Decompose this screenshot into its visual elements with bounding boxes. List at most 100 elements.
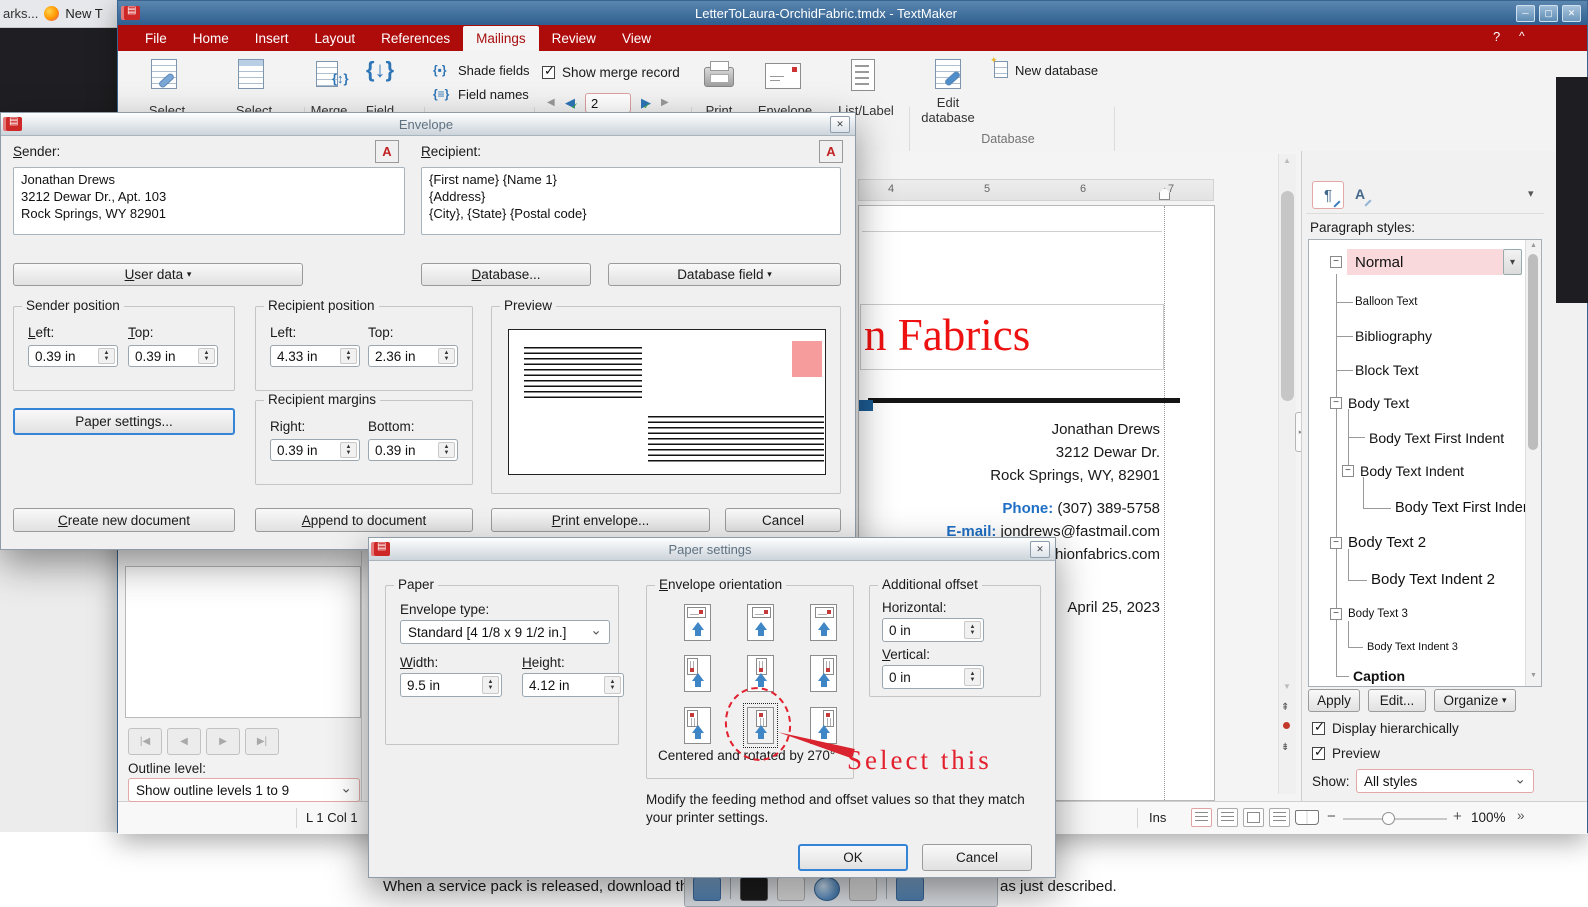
tab-review[interactable]: Review [539,26,609,51]
style-item[interactable]: Bibliography [1355,328,1432,344]
cancel-button[interactable]: Cancel [922,844,1032,871]
scroll-thumb[interactable] [1281,191,1294,401]
selection-handle[interactable] [859,400,873,411]
style-item[interactable]: Body Text First Indent [1369,430,1504,446]
close-button[interactable]: ✕ [1562,5,1581,22]
browser-tab-title[interactable]: New T [65,6,102,21]
nav-last-button[interactable]: ▶| [245,728,279,755]
dock-globe-icon[interactable] [814,877,840,901]
spinner-arrows-icon[interactable] [964,668,981,686]
display-hierarchically-checkbox[interactable]: Display hierarchically [1312,721,1459,736]
style-item-normal[interactable]: Normal [1355,254,1403,271]
spinner-arrows-icon[interactable] [340,442,357,458]
sender-top-spinner[interactable]: 0.39 in [128,345,218,367]
next-record-icon[interactable]: ▶✓ [641,95,651,111]
recipient-top-spinner[interactable]: 2.36 in [368,345,458,367]
height-spinner[interactable]: 4.12 in [522,673,624,697]
nav-next-button[interactable]: ▶ [206,728,240,755]
orientation-option-2[interactable] [747,604,774,641]
browse-object-icon[interactable] [1283,722,1290,729]
paper-dialog-titlebar[interactable]: Paper settings ✕ [369,538,1055,561]
print-envelope-button[interactable]: Print envelope... [491,508,710,532]
tab-view[interactable]: View [609,26,664,51]
scroll-up-icon[interactable]: ▲ [1530,242,1537,249]
spinner-arrows-icon[interactable] [482,676,499,694]
dock-app-icon[interactable] [777,877,805,901]
styles-listbox[interactable]: Normal ▾ Balloon Text Bibliography Block… [1308,239,1542,687]
zoom-level[interactable]: 100% [1471,810,1506,825]
preview-checkbox[interactable]: Preview [1312,746,1380,761]
horizontal-offset-spinner[interactable]: 0 in [882,618,984,642]
first-record-icon[interactable]: ◀ [547,97,555,108]
tab-home[interactable]: Home [180,26,242,51]
tab-layout[interactable]: Layout [302,26,369,51]
close-icon[interactable]: ✕ [1030,541,1050,558]
style-item[interactable]: Body Text 2 [1348,534,1426,551]
user-data-button[interactable]: User data ▾ [13,263,303,286]
style-item[interactable]: Caption [1353,668,1405,684]
outline-view-icon[interactable] [1269,808,1290,827]
tab-references[interactable]: References [368,26,463,51]
zoom-out-icon[interactable]: − [1327,808,1336,825]
sender-font-button[interactable]: A [375,140,399,163]
spinner-arrows-icon[interactable] [340,348,357,364]
orientation-option-4[interactable] [684,655,711,692]
maximize-button[interactable]: ▢ [1539,5,1558,22]
zoom-slider-thumb[interactable] [1382,812,1395,825]
margin-bottom-spinner[interactable]: 0.39 in [368,439,458,461]
minimize-button[interactable]: ─ [1516,5,1535,22]
width-spinner[interactable]: 9.5 in [400,673,502,697]
document-vscrollbar[interactable]: ▲ ▼ ⇞ ⇟ [1278,154,1296,794]
envelope-type-combo[interactable]: Standard [4 1/8 x 9 1/2 in.] [400,620,610,644]
scroll-down-icon[interactable]: ▼ [1283,682,1291,691]
spinner-arrows-icon[interactable] [98,348,115,364]
insert-mode-indicator[interactable]: Ins [1149,810,1166,825]
orientation-option-1[interactable] [684,604,711,641]
expander-icon[interactable] [1330,397,1342,409]
organize-button[interactable]: Organize ▾ [1434,689,1516,712]
zoom-slider-track[interactable] [1343,818,1447,820]
vertical-offset-spinner[interactable]: 0 in [882,665,984,689]
normal-view-icon[interactable] [1217,808,1238,827]
window-titlebar[interactable]: LetterToLaura-OrchidFabric.tmdx - TextMa… [118,1,1587,25]
shade-fields-button[interactable]: Shade fields [458,63,530,78]
spinner-arrows-icon[interactable] [438,348,455,364]
close-icon[interactable]: ✕ [830,116,850,133]
prev-record-icon[interactable]: ◀✓ [565,95,575,111]
recipient-input[interactable]: {First name} {Name 1} {Address} {City}, … [421,167,841,235]
new-database-button[interactable]: New database [1015,63,1098,78]
zoom-in-icon[interactable]: + [1453,808,1462,825]
field-names-button[interactable]: Field names [458,87,529,102]
book-view-icon[interactable] [1295,810,1319,825]
statusbar-more-icon[interactable]: » [1517,808,1525,823]
horizontal-ruler[interactable]: 4 5 6 7 [858,179,1214,201]
envelope-dialog-titlebar[interactable]: Envelope ✕ [1,113,855,136]
show-merge-record-checkbox[interactable]: Show merge record [542,65,680,80]
expander-icon[interactable] [1330,537,1342,549]
styles-list-scrollbar[interactable]: ▲ ▼ [1525,240,1541,686]
tab-file[interactable]: File [132,26,180,51]
help-button[interactable]: ? [1493,29,1500,44]
sender-left-spinner[interactable]: 0.39 in [28,345,118,367]
dock-terminal-icon[interactable] [740,877,768,901]
edit-database-button[interactable]: Edit database [916,95,980,125]
last-record-icon[interactable]: ▶ [661,97,669,108]
recipient-left-spinner[interactable]: 4.33 in [270,345,360,367]
scroll-down-icon[interactable]: ▼ [1530,672,1537,679]
edit-style-button[interactable]: Edit... [1368,689,1426,712]
recipient-font-button[interactable]: A [819,140,843,163]
record-number-input[interactable]: 2 [585,93,631,113]
orientation-option-3[interactable] [810,604,837,641]
style-item[interactable]: Body Text [1348,395,1409,411]
database-field-button[interactable]: Database field ▾ [608,263,841,286]
orientation-option-7[interactable] [684,707,711,744]
style-item[interactable]: Body Text Indent [1360,463,1464,479]
database-button[interactable]: Database... [421,263,591,286]
style-item[interactable]: Balloon Text [1355,296,1417,308]
sidebar-menu-icon[interactable]: ▾ [1528,187,1534,200]
apply-button[interactable]: Apply [1308,689,1360,712]
create-new-document-button[interactable]: Create new document [13,508,235,532]
paper-settings-button[interactable]: Paper settings... [13,408,235,435]
spinner-arrows-icon[interactable] [604,676,621,694]
spinner-arrows-icon[interactable] [964,621,981,639]
